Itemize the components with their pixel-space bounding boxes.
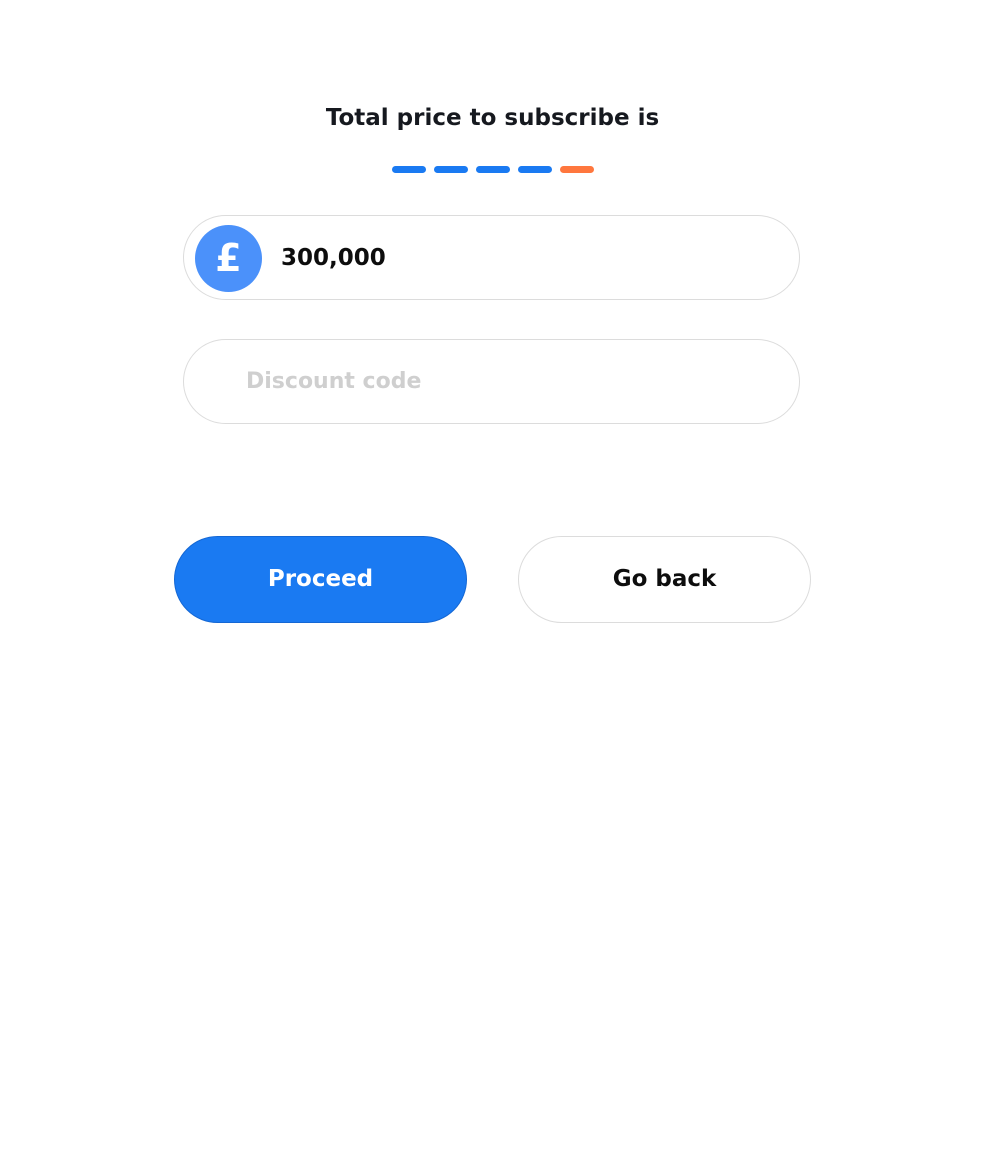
progress-step-3	[476, 166, 510, 173]
progress-step-2	[434, 166, 468, 173]
total-price-field: £ 300,000	[183, 215, 800, 300]
go-back-button[interactable]: Go back	[518, 536, 811, 623]
discount-code-field[interactable]	[183, 339, 800, 424]
progress-steps	[392, 166, 594, 173]
pound-sign-icon: £	[195, 225, 262, 292]
proceed-button[interactable]: Proceed	[174, 536, 467, 623]
total-price-value: 300,000	[281, 245, 386, 271]
progress-step-4	[518, 166, 552, 173]
page-title: Total price to subscribe is	[325, 105, 660, 131]
progress-step-current	[560, 166, 594, 173]
progress-step-1	[392, 166, 426, 173]
discount-code-input[interactable]	[246, 350, 766, 413]
